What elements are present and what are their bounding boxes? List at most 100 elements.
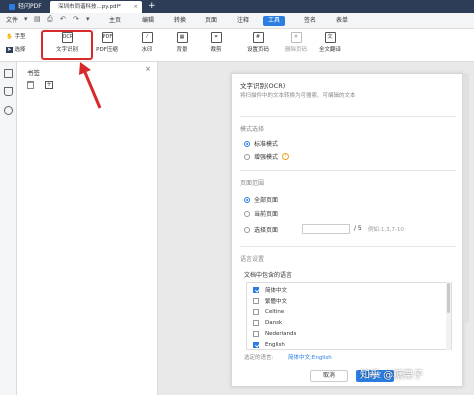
checkbox-icon[interactable] [253, 309, 259, 315]
background-button[interactable]: ▦ 背景 [170, 32, 194, 53]
select-tool[interactable]: ➤ 选择 [6, 45, 25, 53]
document-tab-label: 深圳市同谐科技...py.pdf* [58, 4, 122, 10]
app-logo-icon [9, 3, 15, 10]
list-item[interactable]: 繁體中文 [247, 296, 451, 306]
checkbox-checked-icon[interactable] [253, 287, 259, 293]
divider [240, 116, 456, 117]
radio-icon [244, 226, 250, 233]
radio-icon [244, 210, 250, 217]
language-name: 繁體中文 [265, 299, 288, 305]
divider [240, 170, 456, 171]
print-icon[interactable]: ⎙ [47, 15, 53, 24]
checkbox-checked-icon[interactable] [253, 342, 259, 348]
set-page-number-label: 设置页码 [246, 47, 269, 53]
ocr-dialog: 文字识别(OCR) 将扫描件中的文本转换为可搜索、可编辑的文本 模式选择 标准模… [231, 73, 463, 387]
mode-section-title: 模式选择 [240, 126, 265, 133]
watermark-text: 知乎 @糖栗子 [360, 370, 424, 381]
pdf-compress-label: PDF压缩 [96, 47, 118, 53]
chevron-down-icon[interactable]: ▾ [24, 15, 28, 23]
range-all-label: 全部页面 [254, 197, 279, 204]
close-icon[interactable]: × [145, 65, 151, 73]
mode-enhanced-label: 增强模式 [254, 154, 279, 161]
selected-languages-label: 选定的语言: [244, 355, 274, 361]
range-current-label: 当前页面 [254, 211, 279, 218]
mode-standard-radio[interactable]: 标准模式 [244, 139, 278, 148]
cancel-button[interactable]: 取消 [310, 370, 348, 382]
menu-convert[interactable]: 转换 [174, 16, 186, 26]
mode-standard-label: 标准模式 [254, 141, 279, 148]
range-all-radio[interactable]: 全部页面 [244, 195, 278, 204]
language-list-scroll-thumb[interactable] [447, 283, 450, 313]
add-bookmark-icon[interactable]: + [45, 81, 53, 89]
crop-label: 裁剪 [210, 47, 222, 53]
range-current-radio[interactable]: 当前页面 [244, 209, 278, 218]
delete-page-number-button[interactable]: # 删除页码 [282, 32, 310, 53]
background-icon: ▦ [176, 32, 188, 43]
menu-home[interactable]: 主页 [109, 16, 121, 26]
mode-enhanced-radio[interactable]: 增强模式 ! [244, 152, 290, 161]
hand-tool-label: 手型 [14, 34, 26, 40]
language-name: Celtine [265, 309, 285, 315]
set-page-number-button[interactable]: # 设置页码 [244, 32, 272, 53]
watermark-overlay: 知乎 @糖栗子 [360, 366, 423, 381]
checkbox-icon[interactable] [253, 320, 259, 326]
range-section-title: 页面范围 [240, 180, 265, 187]
menu-annotate[interactable]: 注释 [237, 16, 249, 26]
ocr-highlight-box [41, 30, 93, 60]
delete-page-number-icon: # [290, 32, 302, 43]
list-item[interactable]: Celtine [247, 307, 451, 317]
delete-bookmark-icon[interactable] [27, 81, 34, 89]
list-item[interactable]: Dansk [247, 318, 451, 328]
left-sidebar-strip [0, 62, 17, 395]
bookmark-icon[interactable] [4, 87, 13, 96]
range-select-label: 选择页面 [254, 227, 279, 234]
new-tab-icon[interactable]: + [148, 0, 156, 13]
undo-icon[interactable]: ↶ [60, 15, 66, 23]
bookmark-title: 书签 [27, 69, 40, 77]
app-name: 轻闪PDF [18, 3, 42, 10]
language-name: Dansk [265, 320, 283, 326]
menu-page[interactable]: 页面 [205, 16, 217, 26]
menu-bar: 文件 ▾ ▤ ⎙ ↶ ↷ ▾ 主页 编辑 转换 页面 注释 工具 签名 表单 [0, 13, 474, 29]
hand-tool[interactable]: ✋ 手型 [6, 32, 26, 40]
watermark-label: 水印 [141, 47, 153, 53]
background-label: 背景 [176, 47, 188, 53]
range-select-radio[interactable]: 选择页面 [244, 225, 278, 234]
search-icon[interactable] [4, 106, 13, 115]
crop-icon: ⌗ [210, 32, 222, 43]
menu-sign[interactable]: 签名 [304, 16, 316, 26]
radio-icon [244, 153, 250, 160]
thumbnail-icon[interactable] [4, 69, 13, 78]
document-scrollbar[interactable] [463, 73, 469, 323]
selected-languages-value: 简体中文;English [288, 355, 332, 361]
document-tab[interactable]: 深圳市同谐科技...py.pdf* × [50, 1, 142, 13]
pdf-compress-button[interactable]: PDF PDF压缩 [92, 32, 122, 53]
crop-button[interactable]: ⌗ 裁剪 [204, 32, 228, 53]
delete-page-number-label: 删除页码 [284, 47, 307, 53]
more-icon[interactable]: ▾ [86, 15, 90, 23]
redo-icon[interactable]: ↷ [73, 15, 79, 23]
menu-tools[interactable]: 工具 [263, 16, 286, 26]
hand-icon: ✋ [6, 34, 13, 40]
radio-selected-icon [244, 140, 250, 147]
translate-button[interactable]: 文 全文翻译 [316, 32, 344, 53]
save-icon[interactable]: ▤ [34, 15, 41, 23]
watermark-icon: ⁄ [141, 32, 153, 43]
file-menu[interactable]: 文件 [6, 16, 18, 26]
close-tab-icon[interactable]: × [133, 1, 138, 13]
menu-edit[interactable]: 编辑 [142, 16, 154, 26]
language-section-title: 语言设置 [240, 256, 265, 263]
list-item[interactable]: Nederlands [247, 329, 451, 339]
list-item[interactable]: English [247, 340, 451, 349]
info-icon[interactable]: ! [282, 153, 290, 160]
red-arrow-annotation [79, 62, 102, 109]
language-list[interactable]: 简体中文 繁體中文 Celtine Dansk Nederlands Engli… [246, 282, 452, 350]
language-name: Nederlands [265, 331, 297, 337]
page-range-input[interactable] [302, 224, 350, 234]
checkbox-icon[interactable] [253, 331, 259, 337]
list-item[interactable]: 简体中文 [247, 285, 451, 295]
menu-form[interactable]: 表单 [336, 16, 348, 26]
checkbox-icon[interactable] [253, 298, 259, 304]
app-title: 轻闪PDF [4, 1, 47, 12]
watermark-button[interactable]: ⁄ 水印 [134, 32, 160, 53]
